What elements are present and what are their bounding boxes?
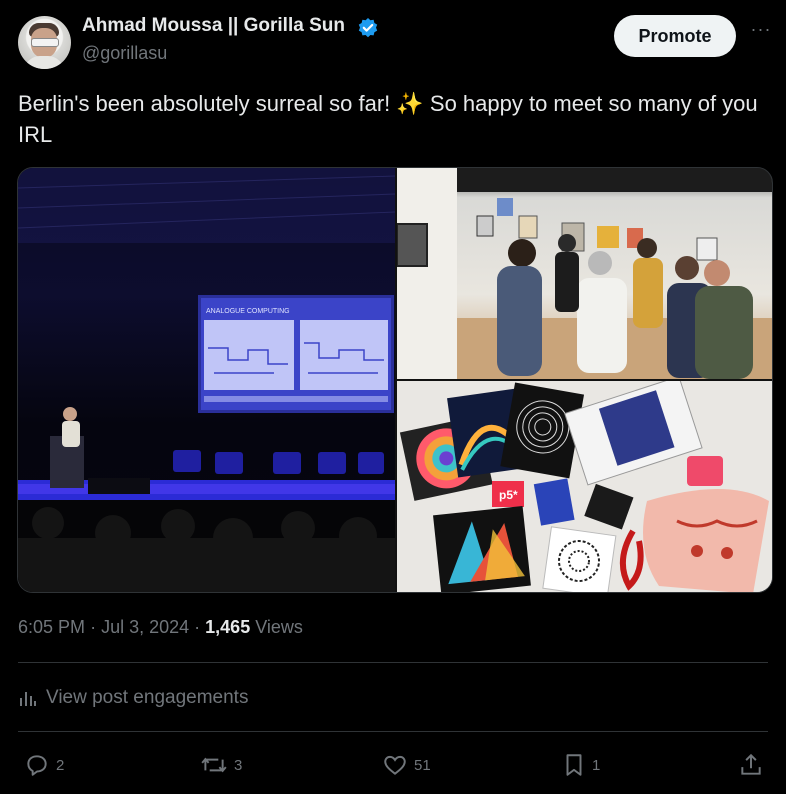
post-meta: 6:05 PM · Jul 3, 2024 · 1,465 Views <box>18 617 303 638</box>
reply-count: 2 <box>56 756 65 774</box>
author-handle[interactable]: @gorillasu <box>82 43 167 64</box>
bookmark-count: 1 <box>592 756 601 774</box>
reply-button[interactable]: 2 <box>24 752 64 778</box>
views-label: Views <box>255 617 303 637</box>
repost-icon <box>200 752 228 778</box>
views-count: 1,465 <box>205 617 251 637</box>
reply-icon <box>24 752 50 778</box>
photo-stage-talk[interactable]: ANALOGUE COMPUTING <box>18 168 395 592</box>
analytics-bars-icon <box>18 688 38 708</box>
meta-separator: · <box>90 617 102 637</box>
verified-badge-icon <box>357 17 379 39</box>
post-date[interactable]: Jul 3, 2024 <box>101 617 189 637</box>
bookmark-button[interactable]: 1 <box>562 752 600 778</box>
view-engagements-label: View post engagements <box>46 687 249 708</box>
repost-button[interactable]: 3 <box>200 752 242 778</box>
heart-icon <box>382 752 408 778</box>
author-name[interactable]: Ahmad Moussa || Gorilla Sun <box>82 15 345 37</box>
share-button[interactable] <box>738 752 764 778</box>
bookmark-icon <box>562 752 586 778</box>
view-engagements-link[interactable]: View post engagements <box>18 687 248 709</box>
post-time[interactable]: 6:05 PM <box>18 617 85 637</box>
tweet-text: Berlin's been absolutely surreal so far!… <box>18 91 758 147</box>
like-count: 51 <box>414 756 431 774</box>
meta-separator: · <box>194 617 206 637</box>
promote-button[interactable]: Promote <box>614 15 736 57</box>
avatar[interactable] <box>18 16 71 69</box>
photo-gallery-crowd[interactable] <box>397 168 772 379</box>
p5-sticker: p5* <box>499 488 518 502</box>
media-grid[interactable]: ANALOGUE COMPUTING p5* <box>17 167 773 593</box>
repost-count: 3 <box>234 756 243 774</box>
more-options-icon[interactable]: ··· <box>748 20 774 48</box>
share-icon <box>738 752 764 778</box>
photo-prints-and-merch[interactable]: p5* <box>397 381 772 592</box>
slide-title: ANALOGUE COMPUTING <box>206 308 290 315</box>
divider <box>18 662 768 663</box>
divider <box>18 731 768 732</box>
like-button[interactable]: 51 <box>382 752 431 778</box>
